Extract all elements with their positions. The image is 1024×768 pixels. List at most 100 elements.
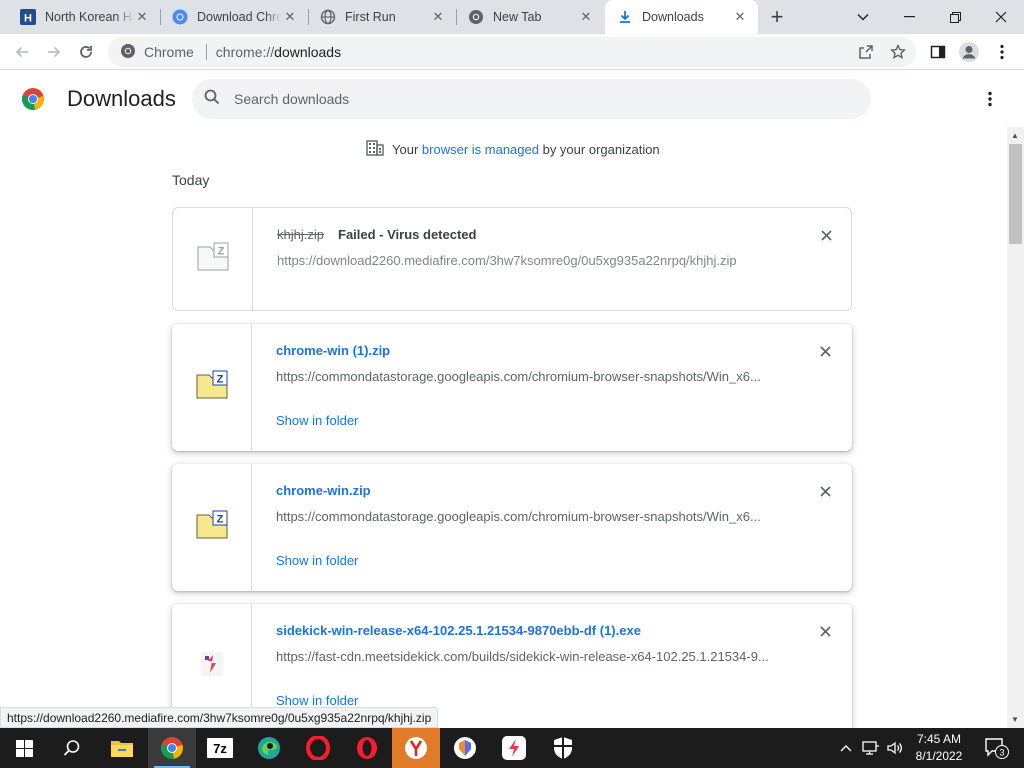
tab-title: Download Chromium bbox=[197, 10, 282, 24]
date-header: Today bbox=[172, 172, 210, 188]
download-source-url[interactable]: https://commondatastorage.googleapis.com… bbox=[276, 369, 761, 384]
more-actions-icon[interactable] bbox=[978, 87, 1002, 111]
download-item: Z chrome-win.zip https://commondatastora… bbox=[172, 464, 852, 591]
zip-file-icon: Z bbox=[195, 370, 229, 405]
tab-downloads[interactable]: Downloads ✕ bbox=[605, 0, 758, 34]
yandex-icon[interactable] bbox=[392, 728, 440, 768]
forward-button[interactable] bbox=[40, 38, 68, 66]
side-panel-icon[interactable] bbox=[924, 38, 952, 66]
close-tab-icon[interactable]: ✕ bbox=[282, 9, 298, 25]
show-in-folder-link[interactable]: Show in folder bbox=[276, 693, 358, 708]
show-in-folder-link[interactable]: Show in folder bbox=[276, 553, 358, 568]
tab-first-run[interactable]: First Run ✕ bbox=[308, 0, 456, 34]
download-status: Failed - Virus detected bbox=[338, 227, 477, 242]
close-window-button[interactable] bbox=[978, 0, 1024, 34]
shield-icon[interactable] bbox=[539, 728, 587, 768]
volume-icon[interactable] bbox=[884, 728, 906, 768]
windows-start-icon[interactable] bbox=[0, 728, 48, 768]
taskbar-search-icon[interactable] bbox=[48, 728, 96, 768]
url-scheme: chrome:// bbox=[215, 44, 275, 60]
back-button[interactable] bbox=[8, 38, 36, 66]
remove-download-icon[interactable] bbox=[816, 622, 834, 640]
close-tab-icon[interactable]: ✕ bbox=[732, 9, 748, 25]
managed-prefix: Your bbox=[392, 142, 419, 157]
file-explorer-icon[interactable] bbox=[98, 728, 146, 768]
share-icon[interactable] bbox=[852, 38, 880, 66]
search-input[interactable] bbox=[234, 91, 834, 107]
svg-text:Z: Z bbox=[216, 514, 223, 526]
reload-button[interactable] bbox=[72, 38, 100, 66]
site-chip: Chrome bbox=[144, 44, 194, 60]
download-file-name[interactable]: chrome-win (1).zip bbox=[276, 343, 390, 358]
browser-toolbar: Chrome chrome://downloads bbox=[0, 34, 1024, 70]
url-path: downloads bbox=[274, 44, 342, 60]
browser-managed-link[interactable]: browser is managed bbox=[422, 142, 539, 157]
windows-taskbar: 7z 7:45 AM 8/1/2022 3 bbox=[0, 728, 1024, 768]
chromium-favicon-icon bbox=[172, 9, 188, 25]
scroll-up-arrow-icon[interactable]: ▲ bbox=[1011, 131, 1019, 140]
downloads-header: Downloads bbox=[0, 71, 1024, 127]
download-item: Z chrome-win (1).zip https://commondatas… bbox=[172, 324, 852, 451]
svg-text:7z: 7z bbox=[213, 741, 227, 756]
chrome-taskbar-icon[interactable] bbox=[148, 728, 196, 768]
svg-text:Z: Z bbox=[217, 245, 224, 257]
download-source-url[interactable]: https://fast-cdn.meetsidekick.com/builds… bbox=[276, 649, 769, 664]
scroll-down-arrow-icon[interactable]: ▼ bbox=[1011, 715, 1019, 724]
file-icon-column: Z bbox=[172, 324, 252, 451]
scrollbar-thumb[interactable] bbox=[1009, 144, 1022, 244]
download-file-name[interactable]: chrome-win.zip bbox=[276, 483, 371, 498]
close-tab-icon[interactable]: ✕ bbox=[134, 9, 150, 25]
close-tab-icon[interactable]: ✕ bbox=[578, 9, 594, 25]
restore-button[interactable] bbox=[932, 0, 978, 34]
brave-icon[interactable] bbox=[441, 728, 489, 768]
notification-count: 3 bbox=[999, 748, 1004, 758]
tab-search-chevron-icon[interactable] bbox=[840, 0, 886, 34]
tab-download-chromium[interactable]: Download Chromium ✕ bbox=[160, 0, 308, 34]
clock-time: 7:45 AM bbox=[916, 732, 962, 746]
action-center-icon[interactable]: 3 bbox=[978, 728, 1014, 768]
letter-h-favicon-icon: H bbox=[20, 9, 36, 25]
globe-favicon-icon bbox=[320, 9, 336, 25]
download-source-url[interactable]: https://download2260.mediafire.com/3hw7k… bbox=[277, 253, 737, 268]
svg-text:H: H bbox=[24, 13, 32, 25]
file-icon-column: Z bbox=[173, 208, 253, 310]
edge-icon[interactable] bbox=[245, 728, 293, 768]
download-item: Z khjhj.zip Failed - Virus detected http… bbox=[172, 207, 852, 311]
tab-strip: H North Korean Hackers ✕ Download Chromi… bbox=[0, 0, 1024, 34]
show-hidden-icons-chevron-icon[interactable] bbox=[836, 728, 856, 768]
bookmark-star-icon[interactable] bbox=[884, 38, 912, 66]
tab-title: North Korean Hackers bbox=[45, 10, 134, 24]
download-file-name[interactable]: sidekick-win-release-x64-102.25.1.21534-… bbox=[276, 623, 641, 638]
chrome-menu-icon[interactable] bbox=[988, 38, 1016, 66]
remove-download-icon[interactable] bbox=[816, 482, 834, 500]
profile-avatar-icon[interactable] bbox=[955, 38, 983, 66]
vertical-scrollbar[interactable]: ▲ ▼ bbox=[1007, 127, 1024, 728]
remove-download-icon[interactable] bbox=[817, 226, 835, 244]
7zip-icon[interactable]: 7z bbox=[196, 728, 244, 768]
tab-title: New Tab bbox=[493, 10, 542, 24]
omnibox-divider bbox=[205, 44, 207, 60]
network-icon[interactable] bbox=[860, 728, 882, 768]
managed-notice: Your browser is managed by your organiza… bbox=[366, 140, 660, 159]
opera-gx-icon[interactable] bbox=[343, 728, 391, 768]
new-tab-button[interactable]: + bbox=[764, 4, 790, 30]
building-icon bbox=[366, 140, 384, 159]
page-title: Downloads bbox=[67, 86, 176, 111]
remove-download-icon[interactable] bbox=[816, 342, 834, 360]
link-status-bubble: https://download2260.mediafire.com/3hw7k… bbox=[0, 707, 439, 728]
tab-north-korean[interactable]: H North Korean Hackers ✕ bbox=[8, 0, 160, 34]
minimize-button[interactable] bbox=[886, 0, 932, 34]
clock-date: 8/1/2022 bbox=[915, 749, 963, 763]
tab-new-tab[interactable]: New Tab ✕ bbox=[456, 0, 604, 34]
chrome-favicon-icon bbox=[468, 9, 484, 25]
sidekick-icon[interactable] bbox=[490, 728, 538, 768]
taskbar-clock[interactable]: 7:45 AM 8/1/2022 bbox=[905, 731, 973, 765]
opera-icon[interactable] bbox=[294, 728, 342, 768]
download-favicon-icon bbox=[617, 9, 633, 25]
close-tab-icon[interactable]: ✕ bbox=[430, 9, 446, 25]
sidekick-app-icon bbox=[199, 650, 225, 683]
search-box[interactable] bbox=[192, 79, 871, 119]
download-source-url[interactable]: https://commondatastorage.googleapis.com… bbox=[276, 509, 761, 524]
address-bar[interactable]: Chrome chrome://downloads bbox=[108, 37, 916, 67]
show-in-folder-link[interactable]: Show in folder bbox=[276, 413, 358, 428]
